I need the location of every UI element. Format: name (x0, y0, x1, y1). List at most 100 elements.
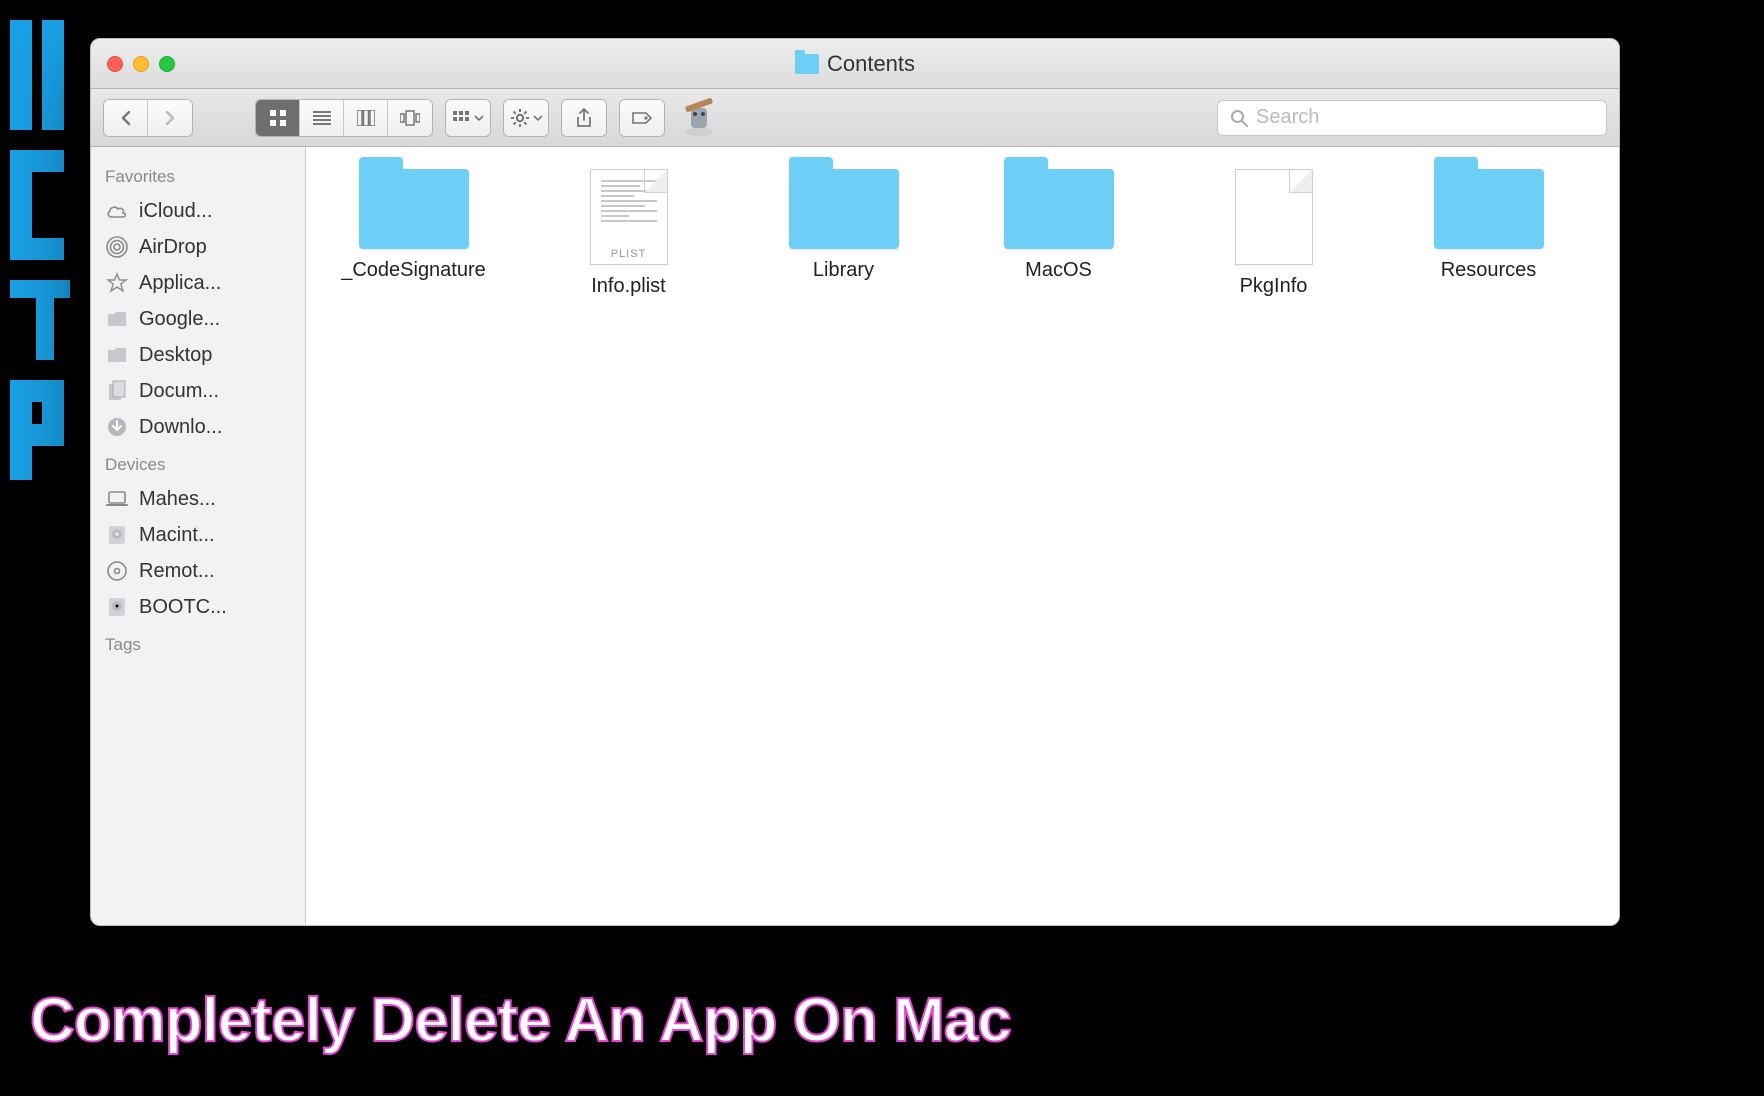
share-group (561, 99, 607, 137)
sidebar-item-computer[interactable]: Mahes... (91, 481, 305, 517)
search-input[interactable] (1256, 106, 1594, 129)
sidebar: Favorites iCloud... AirDrop Applica... G… (91, 147, 306, 925)
chevron-left-icon (119, 110, 133, 126)
chevron-down-icon (533, 115, 543, 121)
sidebar-item-documents[interactable]: Docum... (91, 373, 305, 409)
sidebar-header-favorites: Favorites (91, 157, 305, 193)
tags-group (619, 99, 665, 137)
automator-icon[interactable] (677, 96, 721, 140)
blank-file-icon (1235, 169, 1313, 265)
close-button[interactable] (107, 56, 123, 72)
file-grid: _CodeSignature PLIST Info.plist Library … (306, 147, 1619, 925)
list-view-button[interactable] (300, 100, 344, 136)
laptop-icon (105, 487, 129, 511)
nav-group (103, 99, 193, 137)
sidebar-item-desktop[interactable]: Desktop (91, 337, 305, 373)
chevron-right-icon (163, 110, 177, 126)
sidebar-item-label: Desktop (139, 344, 212, 367)
sidebar-item-label: Macint... (139, 524, 215, 547)
sidebar-item-label: Mahes... (139, 488, 216, 511)
desktop-icon (105, 343, 129, 367)
page-decoration (0, 0, 80, 500)
sidebar-item-label: iCloud... (139, 200, 212, 223)
folder-icon (105, 307, 129, 331)
sidebar-item-label: Docum... (139, 380, 219, 403)
grid-icon (269, 109, 287, 127)
applications-icon (105, 271, 129, 295)
arrange-group (445, 99, 491, 137)
airdrop-icon (105, 235, 129, 259)
icon-view-button[interactable] (256, 100, 300, 136)
file-label: PkgInfo (1240, 275, 1308, 298)
share-button[interactable] (562, 100, 606, 136)
sidebar-item-macintosh-hd[interactable]: Macint... (91, 517, 305, 553)
sidebar-item-remote-disc[interactable]: Remot... (91, 553, 305, 589)
sidebar-item-downloads[interactable]: Downlo... (91, 409, 305, 445)
coverflow-icon (400, 110, 420, 126)
sidebar-item-label: BOOTC... (139, 596, 227, 619)
column-view-button[interactable] (344, 100, 388, 136)
titlebar: Contents (91, 39, 1619, 89)
back-button[interactable] (104, 100, 148, 136)
documents-icon (105, 379, 129, 403)
action-group (503, 99, 549, 137)
sidebar-item-label: Downlo... (139, 416, 222, 439)
folder-icon (359, 169, 469, 249)
folder-icon (1434, 169, 1544, 249)
file-item[interactable]: _CodeSignature (336, 169, 491, 298)
file-item[interactable]: Library (766, 169, 921, 298)
file-label: _CodeSignature (341, 259, 486, 282)
sidebar-item-label: Applica... (139, 272, 221, 295)
sidebar-item-bootcamp[interactable]: BOOTC... (91, 589, 305, 625)
window-body: Favorites iCloud... AirDrop Applica... G… (91, 147, 1619, 925)
window-title: Contents (91, 51, 1619, 77)
arrange-button[interactable] (446, 100, 490, 136)
sidebar-item-icloud[interactable]: iCloud... (91, 193, 305, 229)
list-icon (313, 111, 331, 125)
edit-tags-button[interactable] (620, 100, 664, 136)
disc-icon (105, 559, 129, 583)
file-label: Info.plist (591, 275, 665, 298)
folder-icon (795, 54, 819, 74)
file-label: Library (813, 259, 874, 282)
toolbar (91, 89, 1619, 147)
gear-icon (510, 108, 530, 128)
file-item[interactable]: Resources (1411, 169, 1566, 298)
sidebar-item-label: Remot... (139, 560, 215, 583)
page-caption: Completely Delete An App On Mac (30, 985, 1011, 1056)
sidebar-item-google[interactable]: Google... (91, 301, 305, 337)
maximize-button[interactable] (159, 56, 175, 72)
cloud-icon (105, 199, 129, 223)
hdd-icon (105, 523, 129, 547)
finder-window: Contents (90, 38, 1620, 926)
forward-button[interactable] (148, 100, 192, 136)
grid-dropdown-icon (453, 111, 471, 125)
sidebar-header-devices: Devices (91, 445, 305, 481)
folder-icon (789, 169, 899, 249)
search-icon (1230, 109, 1248, 127)
tag-icon (631, 110, 653, 126)
sidebar-item-airdrop[interactable]: AirDrop (91, 229, 305, 265)
gallery-view-button[interactable] (388, 100, 432, 136)
window-title-text: Contents (827, 51, 915, 77)
file-item[interactable]: PLIST Info.plist (551, 169, 706, 298)
sidebar-item-applications[interactable]: Applica... (91, 265, 305, 301)
download-icon (105, 415, 129, 439)
action-button[interactable] (504, 100, 548, 136)
chevron-down-icon (474, 115, 484, 121)
sidebar-item-label: AirDrop (139, 236, 207, 259)
share-icon (575, 108, 593, 128)
file-label: MacOS (1025, 259, 1092, 282)
folder-icon (1004, 169, 1114, 249)
view-group (255, 99, 433, 137)
sidebar-header-tags: Tags (91, 625, 305, 661)
search-field[interactable] (1217, 100, 1607, 136)
file-label: Resources (1441, 259, 1537, 282)
traffic-lights (91, 56, 175, 72)
sidebar-item-label: Google... (139, 308, 220, 331)
file-item[interactable]: PkgInfo (1196, 169, 1351, 298)
columns-icon (357, 110, 375, 126)
hdd-icon (105, 595, 129, 619)
minimize-button[interactable] (133, 56, 149, 72)
file-item[interactable]: MacOS (981, 169, 1136, 298)
